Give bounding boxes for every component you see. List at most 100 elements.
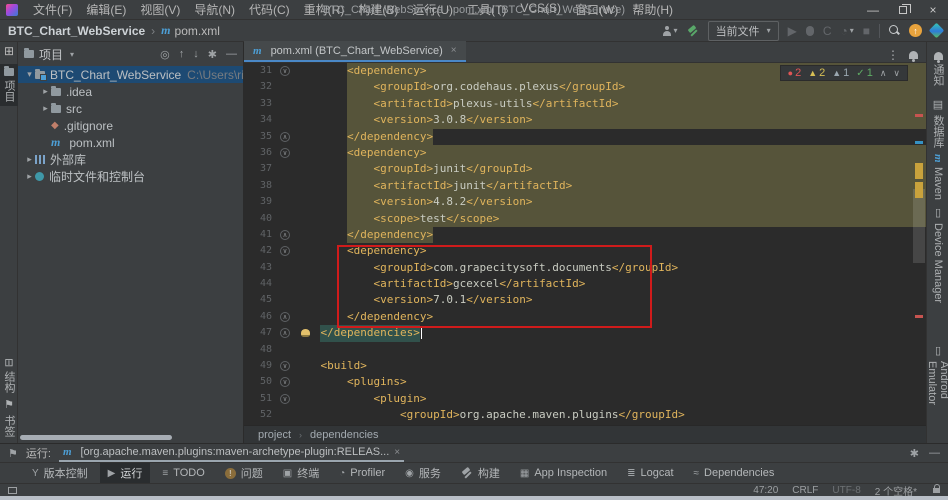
project-panel-title[interactable]: 项目 ▾ bbox=[24, 46, 74, 63]
hide-icon[interactable]: — bbox=[226, 48, 237, 61]
close-icon[interactable]: × bbox=[918, 0, 948, 19]
toolwindow-button-版本控制[interactable]: Y版本控制 bbox=[24, 463, 96, 483]
code-line-48[interactable]: 48 bbox=[244, 342, 926, 358]
toolwindow-数据库-button[interactable]: ▤数据库 bbox=[927, 96, 948, 150]
build-hammer-icon[interactable] bbox=[687, 25, 699, 37]
stop-icon[interactable]: ■ bbox=[863, 24, 870, 38]
code-line-49[interactable]: 49∨ <build> bbox=[244, 358, 926, 374]
toolwindow-project-button[interactable]: 项目 bbox=[0, 64, 18, 106]
coverage-icon[interactable]: C bbox=[823, 24, 832, 38]
settings-icon[interactable]: ✱ bbox=[910, 447, 919, 460]
code-line-33[interactable]: 33 <artifactId>plexus-utils</artifactId> bbox=[244, 96, 926, 112]
menu-代码(C)[interactable]: 代码(C) bbox=[242, 1, 297, 18]
stripe-mark-error[interactable] bbox=[915, 114, 923, 117]
code-line-39[interactable]: 39 <version>4.8.2</version> bbox=[244, 194, 926, 210]
breadcrumb-file[interactable]: pom.xml bbox=[175, 24, 220, 38]
bell-icon[interactable] bbox=[909, 51, 918, 59]
run-config-dropdown[interactable]: 当前文件▾ bbox=[708, 21, 779, 41]
fold-marker-icon[interactable]: ∨ bbox=[280, 148, 290, 158]
run-icon[interactable]: ▶ bbox=[788, 24, 797, 38]
toolwindow-Maven-button[interactable]: mMaven bbox=[927, 152, 948, 202]
code-line-42[interactable]: 42∨ <dependency> bbox=[244, 243, 926, 259]
code-line-52[interactable]: 52 <groupId>org.apache.maven.plugins</gr… bbox=[244, 407, 926, 423]
toolwindow-button-Profiler[interactable]: ◔Profiler bbox=[331, 465, 393, 481]
code-line-38[interactable]: 38 <artifactId>junit</artifactId> bbox=[244, 178, 926, 194]
scroll-down-icon[interactable]: ↓ bbox=[193, 48, 199, 61]
code-line-46[interactable]: 46∧ </dependency> bbox=[244, 309, 926, 325]
code-line-35[interactable]: 35∧ </dependency> bbox=[244, 129, 926, 145]
toolwindow-Device Manager-button[interactable]: ▯Device Manager bbox=[927, 204, 948, 305]
toolwindow-button-构建[interactable]: 构建 bbox=[453, 463, 508, 483]
expand-arrow-icon[interactable]: ▸ bbox=[24, 171, 35, 182]
settings-icon[interactable]: ✱ bbox=[208, 48, 217, 61]
code-line-36[interactable]: 36∨ <dependency> bbox=[244, 145, 926, 161]
expand-arrow-icon[interactable]: ▸ bbox=[24, 154, 35, 165]
prev-issue-icon[interactable]: ∧ bbox=[880, 68, 887, 79]
warning-count[interactable]: 2 bbox=[808, 67, 825, 79]
menu-帮助(H)[interactable]: 帮助(H) bbox=[625, 1, 680, 18]
toolwindow-structure-button[interactable]: ⊟ 结构 bbox=[0, 354, 18, 397]
search-icon[interactable] bbox=[889, 25, 900, 36]
code-line-47[interactable]: 47∧ </dependencies> bbox=[244, 325, 926, 341]
debug-icon[interactable] bbox=[806, 26, 814, 36]
tree-item-.gitignore[interactable]: ◆.gitignore bbox=[18, 117, 243, 134]
more-options-icon[interactable]: ⋮ bbox=[887, 48, 899, 62]
code-line-44[interactable]: 44 <artifactId>gcexcel</artifactId> bbox=[244, 276, 926, 292]
code-line-37[interactable]: 37 <groupId>junit</groupId> bbox=[244, 161, 926, 177]
layout-icon[interactable] bbox=[8, 487, 17, 494]
scrollbar-thumb[interactable] bbox=[913, 189, 925, 263]
update-icon[interactable]: ↑ bbox=[909, 24, 922, 37]
close-tab-icon[interactable]: × bbox=[451, 45, 457, 56]
toolwindow-button-问题[interactable]: !问题 bbox=[217, 463, 271, 483]
menu-导航(N)[interactable]: 导航(N) bbox=[187, 1, 242, 18]
inspection-widget[interactable]: 2 2 1 1 ∧ ∨ bbox=[780, 65, 908, 81]
fold-marker-icon[interactable]: ∧ bbox=[280, 230, 290, 240]
run-panel-tab[interactable]: m [org.apache.maven.plugins:maven-archet… bbox=[59, 444, 404, 462]
breadcrumb-project[interactable]: BTC_Chart_WebService bbox=[8, 24, 145, 38]
fold-marker-icon[interactable]: ∧ bbox=[280, 312, 290, 322]
toolwindow-Android Emulator-button[interactable]: ▯Android Emulator bbox=[927, 342, 948, 443]
toolwindow-bookmarks-button[interactable]: ⚑ 书签 bbox=[0, 394, 18, 441]
weak-warning-count[interactable]: 1 bbox=[832, 67, 849, 79]
breadcrumb-project[interactable]: project bbox=[258, 429, 291, 441]
tree-item-BTC_Chart_WebService[interactable]: ▾BTC_Chart_WebServiceC:\Users\richardhua… bbox=[18, 66, 243, 83]
toolwindow-button-Dependencies[interactable]: ≈Dependencies bbox=[686, 465, 783, 481]
code-line-43[interactable]: 43 <groupId>com.grapecitysoft.documents<… bbox=[244, 260, 926, 276]
code-line-32[interactable]: 32 <groupId>org.codehaus.plexus</groupId… bbox=[244, 79, 926, 95]
menu-视图(V)[interactable]: 视图(V) bbox=[133, 1, 187, 18]
locate-icon[interactable]: ◎ bbox=[160, 48, 170, 61]
horizontal-scrollbar[interactable] bbox=[20, 435, 172, 440]
lock-icon[interactable] bbox=[933, 488, 940, 493]
file-encoding[interactable]: UTF-8 bbox=[832, 485, 860, 496]
layout-grid-icon[interactable]: ⊞ bbox=[0, 44, 18, 58]
close-icon[interactable]: × bbox=[394, 447, 400, 458]
error-count[interactable]: 2 bbox=[788, 67, 802, 79]
tree-item-src[interactable]: ▸src bbox=[18, 100, 243, 117]
tree-item-外部库[interactable]: ▸外部库 bbox=[18, 151, 243, 168]
fold-marker-icon[interactable]: ∨ bbox=[280, 66, 290, 76]
stripe-mark-error[interactable] bbox=[915, 315, 923, 318]
menu-编辑(E)[interactable]: 编辑(E) bbox=[79, 1, 133, 18]
tree-item-pom.xml[interactable]: mpom.xml bbox=[18, 134, 243, 151]
minimize-icon[interactable]: — bbox=[858, 0, 888, 19]
user-icon[interactable]: ▾ bbox=[662, 26, 678, 36]
toolwindow-button-服务[interactable]: ◉服务 bbox=[397, 463, 449, 483]
fold-marker-icon[interactable]: ∧ bbox=[280, 132, 290, 142]
tree-item-.idea[interactable]: ▸.idea bbox=[18, 83, 243, 100]
restore-icon[interactable] bbox=[888, 0, 918, 19]
fold-marker-icon[interactable]: ∨ bbox=[280, 394, 290, 404]
ide-feature-icon[interactable] bbox=[929, 23, 945, 39]
hide-icon[interactable]: — bbox=[929, 447, 940, 460]
ok-count[interactable]: 1 bbox=[856, 67, 873, 79]
menu-文件(F)[interactable]: 文件(F) bbox=[26, 1, 79, 18]
fold-marker-icon[interactable]: ∨ bbox=[280, 377, 290, 387]
toolwindow-button-终端[interactable]: ▣终端 bbox=[275, 463, 327, 483]
expand-arrow-icon[interactable]: ▸ bbox=[40, 86, 51, 97]
code-line-40[interactable]: 40 <scope>test</scope> bbox=[244, 211, 926, 227]
toolwindow-button-TODO[interactable]: ≡TODO bbox=[154, 465, 212, 481]
editor-tab[interactable]: m pom.xml (BTC_Chart_WebService) × bbox=[244, 41, 466, 62]
fold-marker-icon[interactable]: ∨ bbox=[280, 361, 290, 371]
expand-arrow-icon[interactable]: ▾ bbox=[24, 69, 35, 80]
code-line-41[interactable]: 41∧ </dependency> bbox=[244, 227, 926, 243]
code-line-51[interactable]: 51∨ <plugin> bbox=[244, 391, 926, 407]
